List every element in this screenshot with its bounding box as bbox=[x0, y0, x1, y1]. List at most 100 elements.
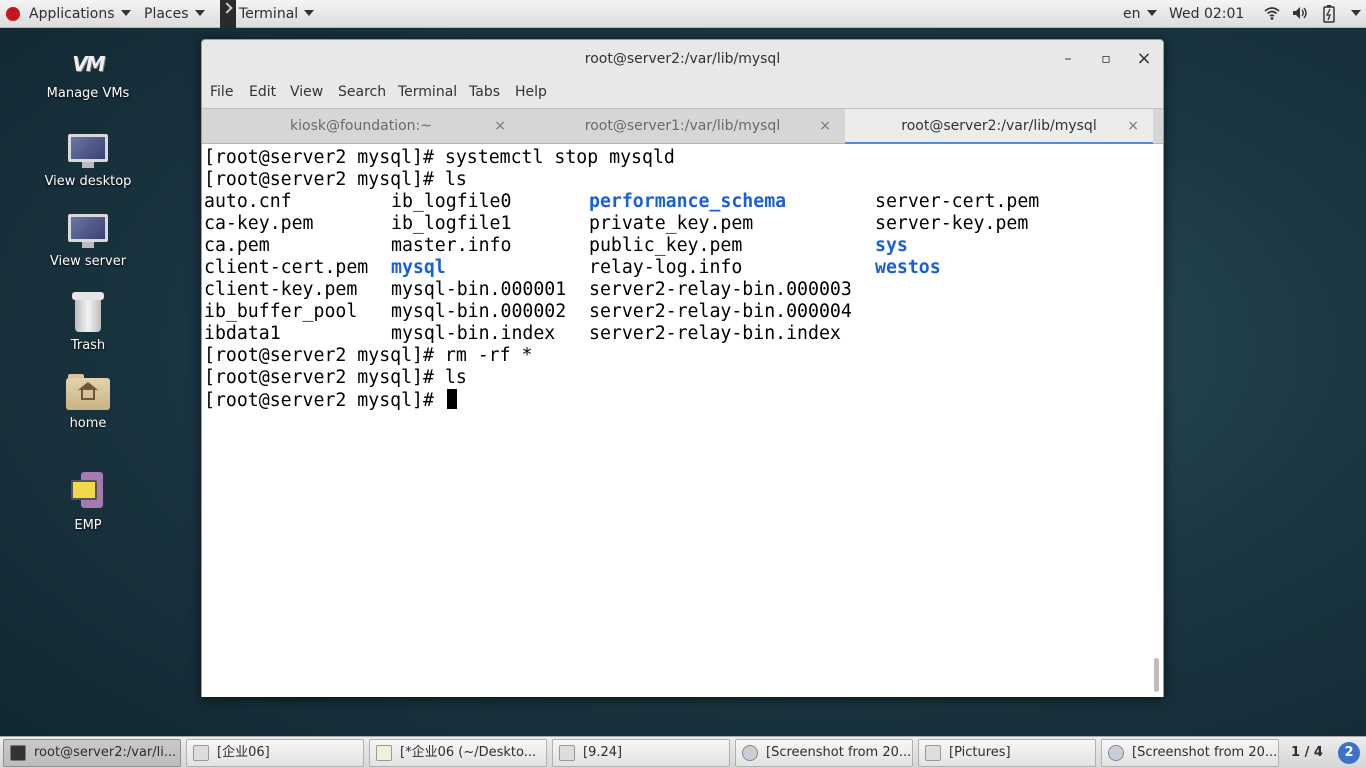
monitor-icon bbox=[68, 134, 108, 168]
image-viewer-icon bbox=[1108, 745, 1124, 761]
minimize-button[interactable]: – bbox=[1058, 49, 1078, 69]
terminal-line: [root@server2 mysql]# ls bbox=[204, 169, 467, 190]
redhat-logo-icon bbox=[6, 7, 20, 21]
home-folder-icon bbox=[66, 374, 110, 410]
desktop-icon-label: Trash bbox=[70, 338, 106, 353]
top-panel: Applications Places Terminal en Wed 02:0… bbox=[0, 0, 1366, 28]
close-button[interactable]: × bbox=[1134, 49, 1154, 69]
file-entry: ib_buffer_pool bbox=[204, 301, 358, 322]
chevron-down-icon bbox=[120, 10, 131, 16]
desktop-icon-trash[interactable]: Trash bbox=[28, 292, 148, 353]
desktop-icon-label: Manage VMs bbox=[46, 86, 130, 101]
volume-icon[interactable] bbox=[1292, 5, 1308, 23]
task-screenshot-2[interactable]: [Screenshot from 20... bbox=[1101, 739, 1279, 767]
task-doc-9-24[interactable]: [9.24] bbox=[552, 739, 730, 767]
places-menu[interactable]: Places bbox=[144, 0, 205, 28]
tab-kiosk-foundation[interactable]: kiosk@foundation:~ × bbox=[202, 109, 520, 145]
chevron-down-icon bbox=[304, 10, 315, 16]
file-entry: server2-relay-bin.index bbox=[589, 323, 841, 344]
terminal-prompt-line: [root@server2 mysql]# bbox=[204, 389, 457, 411]
tab-bar: kiosk@foundation:~ × root@server1:/var/l… bbox=[202, 108, 1163, 145]
file-entry: mysql-bin.index bbox=[391, 323, 556, 344]
terminal-app-label: Terminal bbox=[239, 6, 299, 22]
file-entry: ibdata1 bbox=[204, 323, 281, 344]
file-entry: auto.cnf bbox=[204, 191, 292, 212]
file-entry: ca-key.pem bbox=[204, 213, 314, 234]
file-entry: ib_logfile1 bbox=[391, 213, 512, 234]
tab-label: kiosk@foundation:~ bbox=[290, 118, 432, 134]
terminal-window: root@server2:/var/lib/mysql – ▫ × File E… bbox=[201, 39, 1164, 697]
task-label: [Pictures] bbox=[949, 745, 1011, 760]
workspace-badge[interactable]: 2 bbox=[1338, 742, 1360, 764]
vm-icon: VM bbox=[72, 52, 105, 76]
task-doc-06[interactable]: [企业06] bbox=[186, 739, 364, 767]
task-text-editor[interactable]: [*企业06 (~/Deskto... bbox=[369, 739, 547, 767]
file-entry: ca.pem bbox=[204, 235, 270, 256]
terminal-icon bbox=[220, 0, 236, 28]
close-icon[interactable]: × bbox=[1127, 109, 1139, 143]
menu-terminal[interactable]: Terminal bbox=[398, 78, 457, 106]
chevron-down-icon bbox=[1146, 10, 1157, 16]
file-entry: server-key.pem bbox=[875, 213, 1029, 234]
desktop-icon-label: home bbox=[69, 416, 107, 431]
document-icon bbox=[925, 745, 941, 761]
document-icon bbox=[193, 745, 209, 761]
directory-entry: sys bbox=[875, 235, 908, 256]
menu-edit[interactable]: Edit bbox=[249, 78, 276, 106]
desktop-icon-home[interactable]: home bbox=[28, 374, 148, 431]
tab-label: root@server2:/var/lib/mysql bbox=[901, 118, 1097, 134]
chevron-down-icon bbox=[194, 10, 205, 16]
desktop-icon-emp[interactable]: EMP bbox=[28, 472, 148, 533]
task-terminal[interactable]: root@server2:/var/li... bbox=[3, 739, 181, 767]
maximize-button[interactable]: ▫ bbox=[1096, 49, 1116, 69]
window-titlebar[interactable]: root@server2:/var/lib/mysql – ▫ × bbox=[202, 40, 1163, 78]
file-entry: server2-relay-bin.000003 bbox=[589, 279, 852, 300]
close-icon[interactable]: × bbox=[819, 109, 831, 143]
battery-icon[interactable] bbox=[1321, 5, 1337, 23]
file-entry: mysql-bin.000001 bbox=[391, 279, 567, 300]
task-pictures[interactable]: [Pictures] bbox=[918, 739, 1096, 767]
terminal-output[interactable]: [root@server2 mysql]# systemctl stop mys… bbox=[202, 144, 1163, 697]
language-selector[interactable]: en bbox=[1123, 0, 1157, 28]
applications-menu[interactable]: Applications bbox=[29, 0, 131, 28]
bottom-taskbar: root@server2:/var/li... [企业06] [*企业06 (~… bbox=[0, 736, 1366, 768]
desktop-icon-view-desktop[interactable]: View desktop bbox=[28, 134, 148, 189]
menu-help[interactable]: Help bbox=[515, 78, 547, 106]
task-label: [Screenshot from 20... bbox=[766, 745, 912, 760]
file-entry: server2-relay-bin.000004 bbox=[589, 301, 852, 322]
clock[interactable]: Wed 02:01 bbox=[1169, 0, 1244, 28]
applications-label: Applications bbox=[29, 6, 115, 22]
task-label: [企业06] bbox=[217, 745, 270, 760]
emp-icon bbox=[71, 472, 105, 512]
scrollbar[interactable] bbox=[1154, 658, 1159, 692]
directory-entry: performance_schema bbox=[589, 191, 787, 212]
wifi-icon[interactable] bbox=[1264, 5, 1280, 23]
desktop-icon-label: View desktop bbox=[44, 174, 132, 189]
text-cursor bbox=[446, 389, 457, 409]
trash-icon bbox=[72, 292, 104, 332]
terminal-prompt: [root@server2 mysql]# bbox=[204, 390, 445, 411]
file-entry: relay-log.info bbox=[589, 257, 743, 278]
desktop-icon-view-server[interactable]: View server bbox=[28, 214, 148, 269]
task-screenshot-1[interactable]: [Screenshot from 20... bbox=[735, 739, 913, 767]
menu-view[interactable]: View bbox=[290, 78, 323, 106]
file-entry: client-cert.pem bbox=[204, 257, 369, 278]
terminal-line: [root@server2 mysql]# rm -rf * bbox=[204, 345, 533, 366]
menu-search[interactable]: Search bbox=[338, 78, 386, 106]
tab-server1[interactable]: root@server1:/var/lib/mysql × bbox=[520, 109, 845, 145]
desktop-icon-label: EMP bbox=[74, 518, 102, 533]
window-title: root@server2:/var/lib/mysql bbox=[584, 51, 781, 67]
workspace-indicator[interactable]: 1 / 4 bbox=[1282, 741, 1332, 765]
power-menu[interactable] bbox=[1345, 0, 1361, 28]
close-icon[interactable]: × bbox=[494, 109, 506, 143]
task-label: [Screenshot from 20... bbox=[1132, 745, 1278, 760]
tab-server2[interactable]: root@server2:/var/lib/mysql × bbox=[845, 109, 1153, 145]
document-icon bbox=[559, 745, 575, 761]
menu-tabs[interactable]: Tabs bbox=[469, 78, 500, 106]
file-entry: master.info bbox=[391, 235, 512, 256]
language-label: en bbox=[1123, 6, 1141, 22]
terminal-app-menu[interactable]: Terminal bbox=[239, 0, 315, 28]
power-icon bbox=[1351, 10, 1361, 16]
desktop-icon-manage-vms[interactable]: VM Manage VMs bbox=[28, 52, 148, 101]
menu-file[interactable]: File bbox=[210, 78, 233, 106]
